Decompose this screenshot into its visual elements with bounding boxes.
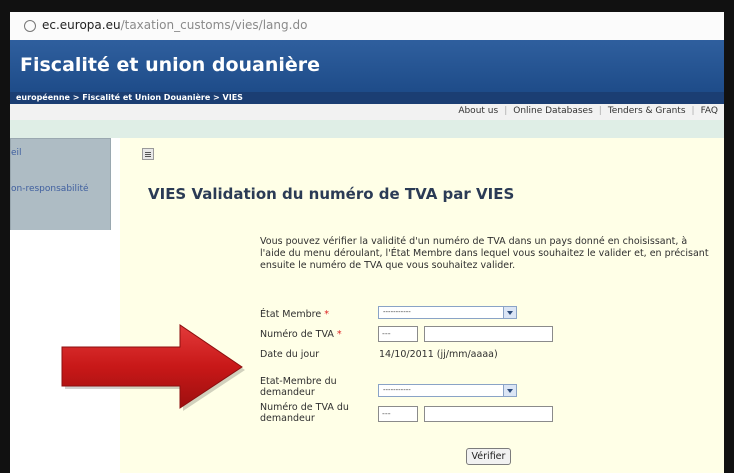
left-blank-column	[10, 230, 120, 473]
right-frame-border	[724, 0, 734, 473]
required-marker: *	[324, 309, 329, 320]
breadcrumb[interactable]: européenne > Fiscalité et Union Douanièr…	[16, 92, 243, 104]
requester-vat-label-line1: Numéro de TVA du	[260, 402, 349, 413]
vat-number-input[interactable]	[424, 326, 553, 342]
nav-tenders-grants[interactable]: Tenders & Grants	[602, 106, 692, 116]
vat-number-label-text: Numéro de TVA	[260, 329, 334, 340]
nav-faq[interactable]: FAQ	[695, 106, 724, 116]
requester-vat-number-input[interactable]	[424, 406, 553, 422]
site-info-icon	[24, 20, 36, 32]
page-title: VIES Validation du numéro de TVA par VIE…	[148, 185, 515, 203]
requester-state-label: Etat-Membre du demandeur	[260, 376, 337, 398]
browser-address-bar[interactable]: ec.europa.eu/taxation_customs/vies/lang.…	[10, 12, 724, 41]
requester-state-selected: -----------	[383, 386, 411, 394]
requester-vat-label-line2: demandeur	[260, 413, 315, 424]
member-state-label-text: État Membre	[260, 309, 322, 320]
left-sidebar: eil on-responsabilité	[10, 138, 111, 232]
breadcrumb-bar: européenne > Fiscalité et Union Douanièr…	[10, 92, 724, 104]
requester-vat-prefix-value: ---	[382, 409, 391, 418]
dropdown-arrow-icon[interactable]	[503, 307, 516, 318]
requester-state-label-line1: Etat-Membre du	[260, 376, 337, 387]
member-state-selected: -----------	[383, 308, 411, 316]
requester-state-label-line2: demandeur	[260, 387, 315, 398]
date-value: 14/10/2011 (jj/mm/aaaa)	[379, 349, 498, 360]
member-state-label: État Membre *	[260, 309, 329, 320]
green-band	[10, 120, 724, 138]
vat-number-label: Numéro de TVA *	[260, 329, 342, 340]
requester-state-select[interactable]: -----------	[378, 384, 517, 397]
screenshot-frame: ec.europa.eu/taxation_customs/vies/lang.…	[0, 0, 734, 473]
site-banner: Fiscalité et union douanière	[10, 40, 724, 92]
member-state-select[interactable]: -----------	[378, 306, 517, 319]
nav-online-databases[interactable]: Online Databases	[507, 106, 599, 116]
url-text[interactable]: ec.europa.eu/taxation_customs/vies/lang.…	[42, 18, 307, 32]
requester-vat-label: Numéro de TVA du demandeur	[260, 402, 349, 424]
top-frame-border	[0, 0, 734, 12]
requester-vat-prefix-field[interactable]: ---	[378, 406, 418, 422]
top-navigation-items: About us | Online Databases | Tenders & Gran…	[452, 106, 724, 116]
nav-about-us[interactable]: About us	[452, 106, 504, 116]
intro-text: Vous pouvez vérifier la validité d'un nu…	[260, 236, 709, 271]
url-host: ec.europa.eu	[42, 18, 121, 32]
top-navigation: About us | Online Databases | Tenders & Gran…	[10, 104, 724, 121]
url-path: /taxation_customs/vies/lang.do	[120, 18, 308, 32]
main-content: VIES Validation du numéro de TVA par VIE…	[120, 138, 724, 473]
vat-country-prefix-value: ---	[382, 329, 391, 338]
sidebar-item-disclaimer[interactable]: on-responsabilité	[11, 184, 89, 194]
site-title: Fiscalité et union douanière	[20, 54, 321, 76]
verify-button[interactable]: Vérifier	[466, 448, 511, 465]
sidebar-item-home[interactable]: eil	[11, 148, 22, 158]
dropdown-arrow-icon[interactable]	[503, 385, 516, 396]
vat-country-prefix-field[interactable]: ---	[378, 326, 418, 342]
page-menu-icon[interactable]	[142, 148, 154, 160]
required-marker: *	[336, 329, 342, 340]
date-label: Date du jour	[260, 349, 320, 360]
left-frame-border	[0, 0, 10, 473]
